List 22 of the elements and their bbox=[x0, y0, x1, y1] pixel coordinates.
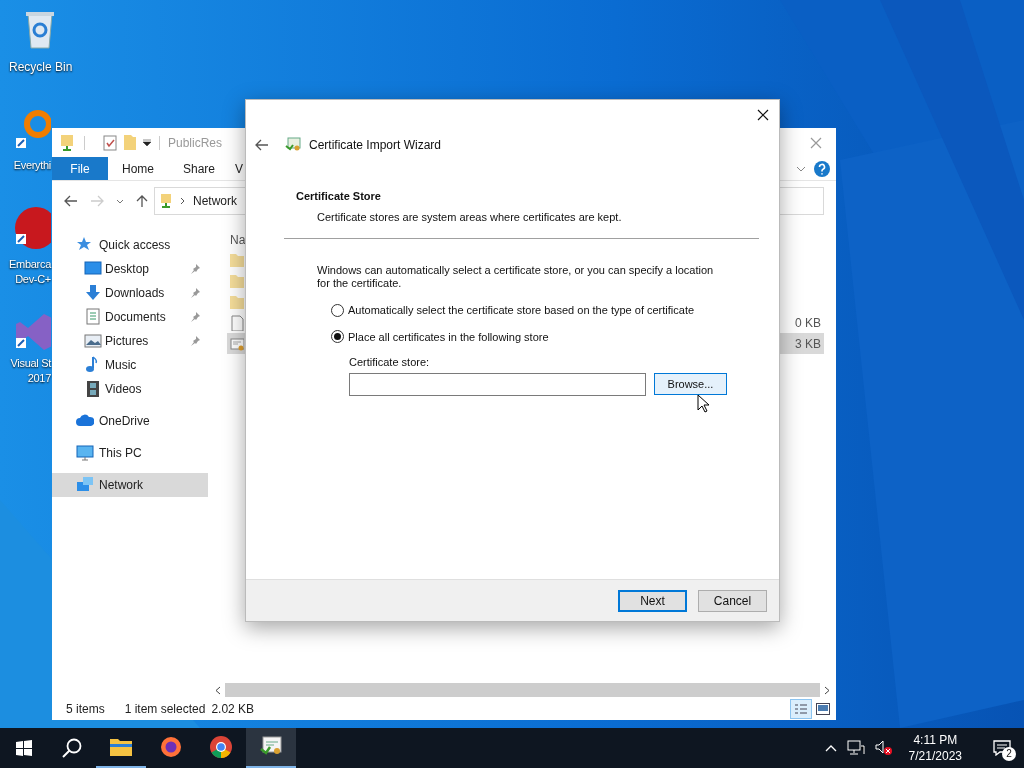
status-text: 1 item selected bbox=[124, 701, 206, 718]
icon-label: Embarca bbox=[9, 257, 51, 271]
icon-label: Dev-C+ bbox=[15, 272, 51, 286]
field-label: Certificate store: bbox=[349, 355, 430, 370]
status-text: 2.02 KB bbox=[211, 701, 255, 718]
icon-label: Recycle Bin bbox=[9, 60, 73, 74]
clock-date: 7/21/2023 bbox=[908, 748, 962, 764]
icon-label: Everythi bbox=[13, 158, 51, 172]
section-description: Certificate stores are system areas where certificates are kept. bbox=[316, 209, 622, 225]
icon-label: Visual St bbox=[10, 356, 51, 370]
address-text: Network bbox=[193, 193, 237, 210]
section-heading: Certificate Store bbox=[295, 189, 381, 204]
file-size: 0 KB bbox=[795, 314, 822, 332]
icon-label: 2017 bbox=[27, 371, 51, 385]
clock-time: 4:11 PM bbox=[913, 732, 958, 748]
window-title: PublicRes bbox=[168, 134, 223, 152]
status-text: 5 items bbox=[66, 701, 105, 718]
notification-count: 2 bbox=[1002, 747, 1016, 761]
dialog-title: Certificate Import Wizard bbox=[309, 137, 442, 154]
option-label: Automatically select the certificate store based on the type of certificate bbox=[348, 303, 695, 318]
instruction-text: Windows can automatically select a certificate store, or you can specify a location for the certificate. bbox=[317, 264, 715, 290]
file-size: 3 KB bbox=[795, 335, 822, 353]
